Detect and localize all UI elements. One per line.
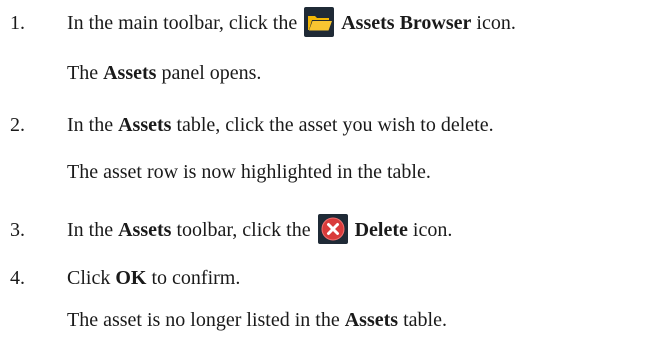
- step-number: 3.: [10, 219, 25, 241]
- step-4-instruction: 4. Click OK to confirm.: [0, 263, 650, 293]
- ui-term-assets: Assets: [118, 219, 172, 241]
- ui-term-assets: Assets: [118, 114, 172, 136]
- folder-open-icon: [304, 7, 335, 38]
- step-number: 2.: [10, 114, 25, 136]
- ui-term-assets: Assets: [103, 62, 157, 84]
- ui-term-assets: Assets: [344, 309, 399, 331]
- step-text: icon.: [476, 12, 516, 34]
- delete-x-icon: [317, 214, 348, 245]
- step-1-instruction: 1. In the main toolbar, click the Assets…: [0, 7, 650, 38]
- ui-term-delete: Delete: [354, 219, 408, 241]
- step-number: 4.: [10, 267, 25, 289]
- step-3-instruction: 3. In the Assets toolbar, click the Dele…: [0, 214, 650, 245]
- step-2-instruction: 2. In the Assets table, click the asset …: [0, 110, 650, 140]
- step-text: In the main toolbar, click the: [67, 12, 298, 34]
- step-1-result: The Assets panel opens.: [67, 62, 262, 84]
- step-number: 1.: [10, 12, 25, 34]
- step-2-result: The asset row is now highlighted in the …: [67, 161, 431, 183]
- ui-term-assets-browser: Assets Browser: [341, 12, 472, 34]
- step-4-result: The asset is no longer listed in the Ass…: [67, 309, 447, 331]
- ui-term-ok: OK: [115, 267, 147, 289]
